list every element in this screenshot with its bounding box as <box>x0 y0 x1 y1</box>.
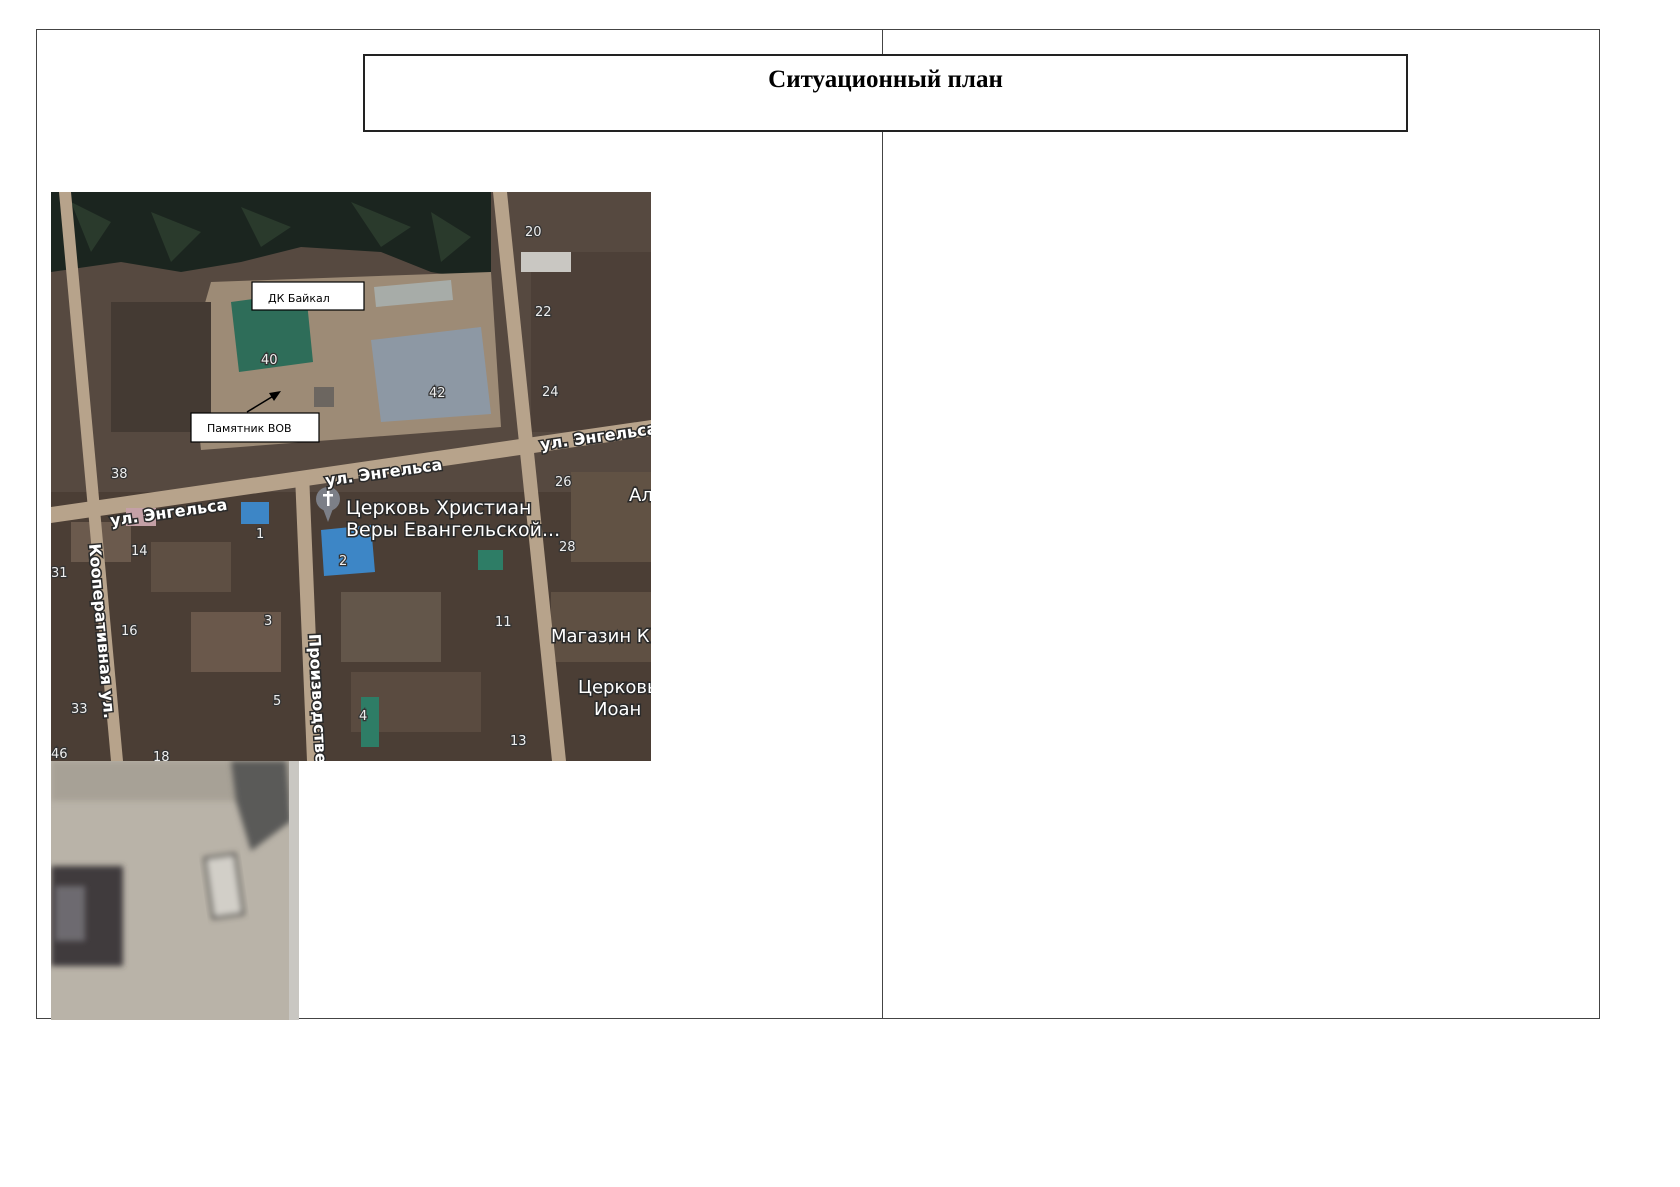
house-number: 20 <box>525 225 542 240</box>
building-blue-roof <box>241 502 269 524</box>
poi-church-line1[interactable]: Церковь Христиан <box>345 496 533 521</box>
house-number: 33 <box>71 702 88 717</box>
satellite-map[interactable]: ул. Энгельса ул. Энгельса ул. Энгельса К… <box>51 192 651 761</box>
callout-dk-baikal-text: ДК Байкал <box>268 292 330 305</box>
house-number: 14 <box>131 544 148 559</box>
house-number: 46 <box>51 747 68 761</box>
house-number: 18 <box>153 750 170 761</box>
house-number: 26 <box>555 475 572 490</box>
monument-stele <box>55 886 85 941</box>
poi-edge-al[interactable]: Ал <box>628 484 652 508</box>
page-title: Ситуационный план <box>768 66 1003 93</box>
house-number: 4 <box>359 709 367 724</box>
photo-edge <box>289 761 299 1020</box>
photo-canvas <box>51 761 299 1020</box>
house-number: 24 <box>542 385 559 400</box>
house-number: 28 <box>559 540 576 555</box>
poi-church2-line1[interactable]: Церковь <box>577 676 652 700</box>
house-number: 1 <box>256 527 264 542</box>
callout-dk-baikal[interactable]: ДК Байкал <box>251 281 365 311</box>
house-number: 13 <box>510 734 527 749</box>
lot-block <box>341 592 441 662</box>
map-canvas: ул. Энгельса ул. Энгельса ул. Энгельса К… <box>51 192 651 761</box>
title-box: Ситуационный план <box>363 54 1408 132</box>
monument-closeup-photo <box>51 761 299 1020</box>
house-number: 11 <box>495 615 512 630</box>
poi-shop[interactable]: Магазин К <box>550 625 652 649</box>
house-number: 22 <box>535 305 552 320</box>
house-number: 5 <box>273 694 281 709</box>
column-divider <box>882 29 883 1019</box>
lot-block <box>151 542 231 592</box>
poi-church2-line2[interactable]: Иоан <box>593 698 643 722</box>
lot-block <box>531 252 651 432</box>
building-green-roof <box>478 550 503 570</box>
house-number: 3 <box>264 614 272 629</box>
house-number: 40 <box>261 353 278 368</box>
monument-site <box>314 387 334 407</box>
building-white-roof <box>521 252 571 272</box>
house-number: 38 <box>111 467 128 482</box>
house-number: 31 <box>51 566 68 581</box>
building-42 <box>371 327 491 422</box>
poi-church-line2[interactable]: Веры Евангельской... <box>345 518 562 543</box>
callout-monument-text: Памятник ВОВ <box>207 422 292 435</box>
house-number: 16 <box>121 624 138 639</box>
house-number: 2 <box>339 554 347 569</box>
photo-bench <box>203 852 245 920</box>
house-number: 42 <box>429 386 446 401</box>
